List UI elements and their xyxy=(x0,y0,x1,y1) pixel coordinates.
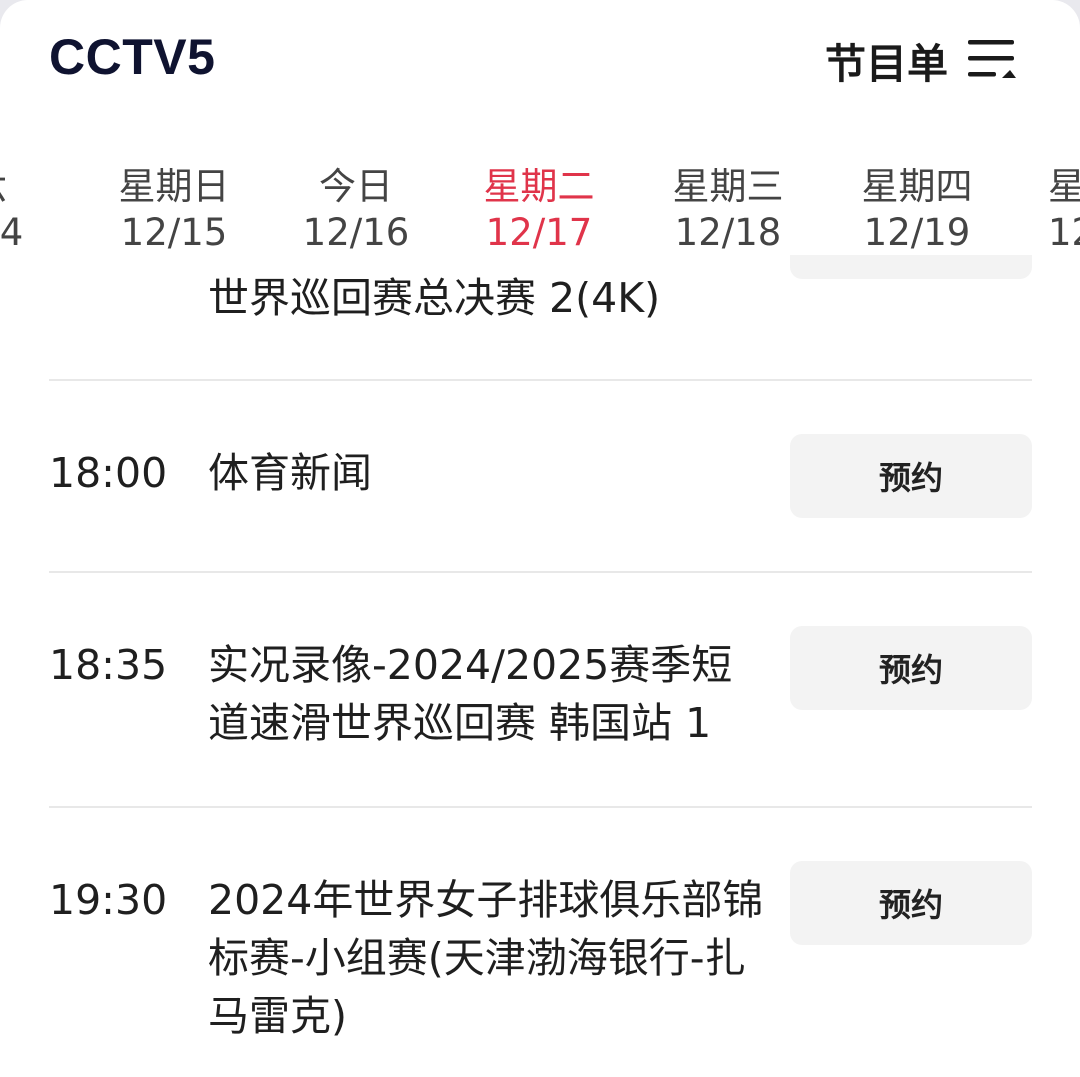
program-time: 18:35 xyxy=(49,641,168,689)
tab-weekday: 星 xyxy=(1048,165,1080,208)
reserve-button[interactable]: 预约 xyxy=(790,626,1032,710)
program-time: 18:00 xyxy=(49,449,168,497)
divider xyxy=(49,571,1032,573)
date-tabs: 期六 12/14 星期日 12/15 今日 12/16 星期二 12/17 星期… xyxy=(0,150,1080,270)
tab-date: 12/17 xyxy=(485,211,593,254)
tab-weekday: 星期日 xyxy=(118,165,230,208)
tab-day-6[interactable]: 星 12 xyxy=(1000,164,1080,256)
reserve-button[interactable]: 预约 xyxy=(790,861,1032,945)
channel-title: CCTV5 xyxy=(49,29,216,85)
divider xyxy=(49,806,1032,808)
schedule-sheet: CCTV5 节目单 期六 12/14 星期日 12/15 今日 12/16 星期… xyxy=(0,0,1080,1077)
tab-weekday: 星期三 xyxy=(672,165,784,208)
program-list: 世界巡回赛总决赛 2(4K) 18:00 体育新闻 预约 18:35 实况录像-… xyxy=(0,255,1080,1077)
program-title: 世界巡回赛总决赛 2(4K) xyxy=(208,274,661,322)
tab-weekday: 今日 xyxy=(319,165,393,208)
tab-date: 12/14 xyxy=(0,211,24,254)
reserve-button[interactable]: 预约 xyxy=(790,434,1032,518)
tab-day-1[interactable]: 星期日 12/15 xyxy=(104,164,244,256)
program-title: 体育新闻 xyxy=(208,449,372,497)
tab-day-2[interactable]: 今日 12/16 xyxy=(286,164,426,256)
tab-day-5[interactable]: 星期四 12/19 xyxy=(847,164,987,256)
divider xyxy=(49,379,1032,381)
tab-date: 12/19 xyxy=(863,211,971,254)
tab-date: 12/16 xyxy=(302,211,410,254)
reserve-button[interactable] xyxy=(790,255,1032,279)
tab-day-0[interactable]: 期六 12/14 xyxy=(0,164,40,256)
tab-day-4[interactable]: 星期三 12/18 xyxy=(658,164,798,256)
program-title: 2024年世界女子排球俱乐部锦标赛-小组赛(天津渤海银行-扎马雷克) xyxy=(208,876,764,1040)
list-menu-icon xyxy=(968,40,1016,78)
program-title: 实况录像-2024/2025赛季短道速滑世界巡回赛 韩国站 1 xyxy=(208,641,733,747)
tab-day-3-selected[interactable]: 星期二 12/17 xyxy=(469,164,609,256)
tab-date: 12/18 xyxy=(674,211,782,254)
header: CCTV5 节目单 xyxy=(0,0,1080,130)
tab-date: 12/15 xyxy=(120,211,228,254)
tab-weekday: 星期四 xyxy=(861,165,973,208)
tab-date: 12 xyxy=(1048,211,1080,254)
tab-weekday: 星期二 xyxy=(483,165,595,208)
schedule-label: 节目单 xyxy=(825,40,948,88)
schedule-menu-button[interactable]: 节目单 xyxy=(825,30,1018,90)
tab-weekday: 期六 xyxy=(0,164,40,210)
program-time: 19:30 xyxy=(49,876,168,924)
